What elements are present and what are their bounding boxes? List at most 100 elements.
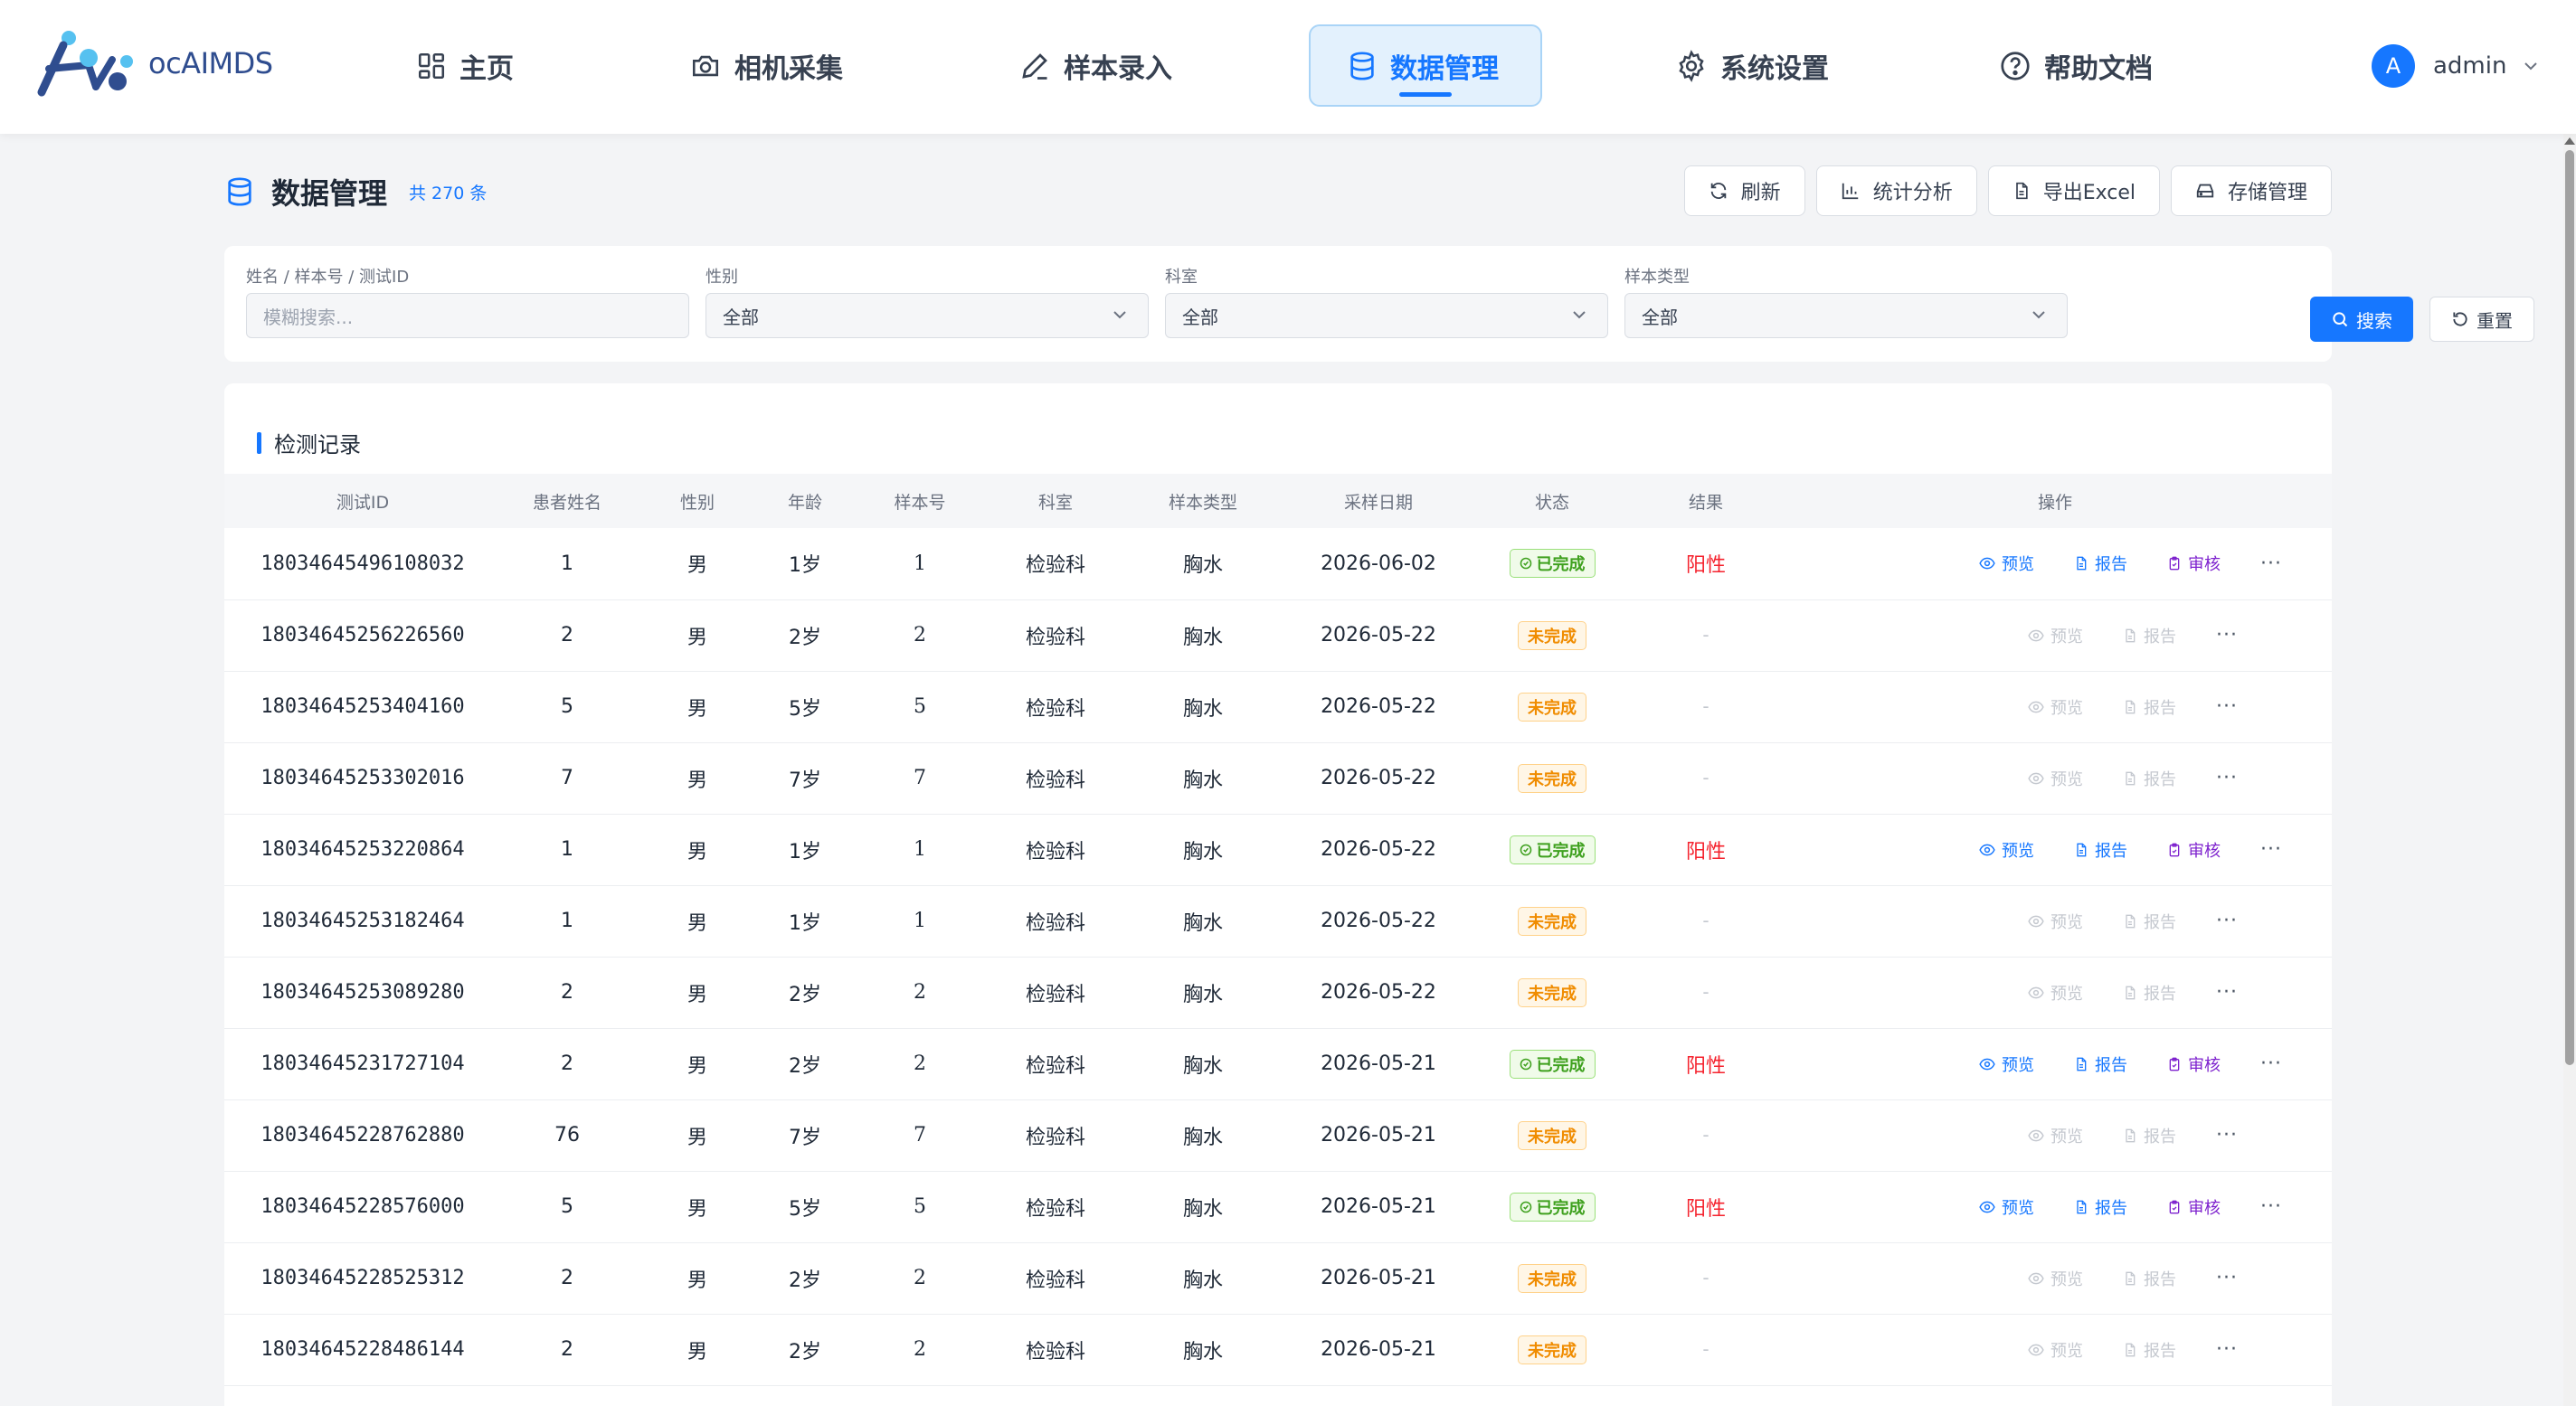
report-button[interactable]: 报告 — [2074, 838, 2127, 862]
preview-label: 预览 — [2050, 1341, 2083, 1361]
chevron-down-icon — [1573, 311, 1586, 319]
status-badge: 未完成 — [1518, 620, 1586, 650]
department-cell: 检验科 — [991, 528, 1120, 600]
nav-camera[interactable]: 相机采集 — [680, 24, 852, 107]
status-badge: 未完成 — [1518, 1120, 1586, 1150]
sample-number-cell: 2 — [848, 1242, 991, 1315]
table-row[interactable]: 18034645253404160 5 男 5岁 5 检验科 胸水 2026-05-22 未完成… — [224, 671, 2332, 743]
department-filter-label: 科室 — [1165, 268, 1198, 287]
preview-label: 预览 — [2050, 627, 2083, 646]
more-actions-button[interactable]: ··· — [2216, 981, 2238, 1004]
database-icon — [228, 177, 251, 206]
reset-button[interactable]: 重置 — [2429, 297, 2534, 342]
search-button[interactable]: 搜索 — [2310, 297, 2413, 342]
column-header[interactable]: 性别 — [633, 474, 762, 528]
column-header[interactable]: 结果 — [1634, 474, 1778, 528]
preview-label: 预览 — [2050, 698, 2083, 718]
top-navigation: ocAIMDS 主页 相机采集 样本录入 数据管理 系统设置 帮助文档 A ad… — [0, 0, 2576, 134]
report-label: 报告 — [2095, 1198, 2127, 1218]
clipboard-check-icon — [2169, 556, 2180, 571]
column-header[interactable]: 采样日期 — [1286, 474, 1471, 528]
keyword-search-input[interactable]: 模糊搜索... — [246, 293, 689, 338]
patient-name-cell: 2 — [501, 1314, 633, 1386]
report-button: 报告 — [2123, 624, 2176, 647]
more-actions-button[interactable]: ··· — [2216, 767, 2238, 789]
table-row[interactable]: 18034645253220864 1 男 1岁 1 检验科 胸水 2026-05-22 已完成… — [224, 814, 2332, 886]
table-row[interactable]: 18034645496108032 1 男 1岁 1 检验科 胸水 2026-06-02 已完成… — [224, 528, 2332, 600]
more-actions-button[interactable]: ··· — [2260, 1052, 2282, 1075]
nav-data-management[interactable]: 数据管理 — [1309, 24, 1542, 107]
patient-name-cell: 7 — [501, 742, 633, 815]
review-button[interactable]: 审核 — [2167, 838, 2221, 862]
column-header[interactable]: 样本号 — [848, 474, 991, 528]
storage-management-button[interactable]: 存储管理 — [2170, 165, 2332, 216]
more-actions-button[interactable]: ··· — [2260, 1195, 2282, 1218]
patient-name-cell: 2 — [501, 1242, 633, 1315]
toolbar: 刷新 统计分析 导出Excel 存储管理 — [1683, 165, 2332, 216]
scroll-up-arrow-icon[interactable] — [2564, 137, 2575, 145]
eye-icon — [2028, 629, 2044, 641]
preview-button[interactable]: 预览 — [1979, 1195, 2034, 1219]
department-select[interactable]: 全部 — [1165, 293, 1608, 338]
column-header[interactable]: 状态 — [1471, 474, 1634, 528]
nav-settings[interactable]: 系统设置 — [1666, 24, 1838, 107]
nav-home[interactable]: 主页 — [407, 24, 523, 107]
review-button[interactable]: 审核 — [2167, 552, 2221, 575]
report-button[interactable]: 报告 — [2074, 1195, 2127, 1219]
actions-cell: 预览 报告 审核 ··· — [1778, 1028, 2332, 1100]
test-id-cell: 18034645256226560 — [224, 599, 501, 672]
more-actions-button[interactable]: ··· — [2216, 1338, 2238, 1361]
status-badge-text: 未完成 — [1528, 1127, 1577, 1147]
table-row[interactable]: 18034645228576000 5 男 5岁 5 检验科 胸水 2026-05-21 已完成… — [224, 1171, 2332, 1243]
status-cell: 未完成 — [1471, 1314, 1634, 1386]
refresh-button[interactable]: 刷新 — [1683, 165, 1805, 216]
table-row[interactable]: 18034645228762880 76 男 7岁 7 检验科 胸水 2026-05-21 未完… — [224, 1099, 2332, 1172]
export-excel-button[interactable]: 导出Excel — [1987, 165, 2160, 216]
result-value: 阳性 — [1685, 1054, 1726, 1078]
more-actions-button[interactable]: ··· — [2216, 695, 2238, 718]
report-label: 报告 — [2095, 555, 2127, 575]
report-button[interactable]: 报告 — [2074, 1052, 2127, 1076]
more-actions-button[interactable]: ··· — [2216, 1124, 2238, 1147]
sample-date-cell: 2026-06-02 — [1286, 528, 1471, 600]
table-row[interactable]: 18034645253089280 2 男 2岁 2 检验科 胸水 2026-05-22 未完成… — [224, 957, 2332, 1029]
column-header[interactable]: 测试ID — [224, 474, 501, 528]
column-header[interactable]: 科室 — [991, 474, 1120, 528]
column-header[interactable]: 年龄 — [762, 474, 848, 528]
more-actions-button[interactable]: ··· — [2260, 838, 2282, 861]
review-button[interactable]: 审核 — [2167, 1052, 2221, 1076]
nav-sample-entry[interactable]: 样本录入 — [1009, 24, 1181, 107]
report-label: 报告 — [2144, 698, 2176, 718]
test-id-cell: 18034645253404160 — [224, 671, 501, 743]
nav-help[interactable]: 帮助文档 — [1990, 24, 2162, 107]
app-logo[interactable]: ocAIMDS — [36, 27, 289, 99]
preview-button[interactable]: 预览 — [1979, 552, 2034, 575]
preview-button[interactable]: 预览 — [1979, 838, 2034, 862]
column-header[interactable]: 样本类型 — [1120, 474, 1286, 528]
review-label: 审核 — [2188, 1055, 2221, 1075]
report-button[interactable]: 报告 — [2074, 552, 2127, 575]
table-row[interactable]: 18034645228525312 2 男 2岁 2 检验科 胸水 2026-05-21 未完成… — [224, 1242, 2332, 1315]
column-header[interactable]: 患者姓名 — [501, 474, 633, 528]
status-cell: 未完成 — [1471, 599, 1634, 672]
table-row[interactable]: 18034645231727104 2 男 2岁 2 检验科 胸水 2026-05-21 已完成… — [224, 1028, 2332, 1100]
table-row[interactable]: 18034645256226560 2 男 2岁 2 检验科 胸水 2026-05-22 未完成… — [224, 599, 2332, 672]
gender-select[interactable]: 全部 — [706, 293, 1149, 338]
table-row[interactable]: 18034645253302016 7 男 7岁 7 检验科 胸水 2026-05-22 未完成… — [224, 742, 2332, 815]
patient-name-cell: 5 — [501, 1171, 633, 1243]
table-row[interactable]: 18034645228486144 2 男 2岁 2 检验科 胸水 2026-05-21 未完成… — [224, 1314, 2332, 1386]
user-menu[interactable]: A admin — [2372, 43, 2539, 89]
actions-cell: 预览 报告 ··· — [1778, 1242, 2332, 1315]
review-button[interactable]: 审核 — [2167, 1195, 2221, 1219]
statistics-button[interactable]: 统计分析 — [1815, 165, 1977, 216]
department-cell: 检验科 — [991, 1314, 1120, 1386]
more-actions-button[interactable]: ··· — [2260, 552, 2282, 575]
preview-button[interactable]: 预览 — [1979, 1052, 2034, 1076]
sample-type-select[interactable]: 全部 — [1624, 293, 2068, 338]
more-actions-button[interactable]: ··· — [2216, 910, 2238, 932]
report-button: 报告 — [2123, 981, 2176, 1005]
more-actions-button[interactable]: ··· — [2216, 624, 2238, 646]
scrollbar-thumb[interactable] — [2565, 150, 2574, 1065]
table-row[interactable]: 18034645253182464 1 男 1岁 1 检验科 胸水 2026-05-22 未完成… — [224, 885, 2332, 958]
more-actions-button[interactable]: ··· — [2216, 1267, 2238, 1289]
